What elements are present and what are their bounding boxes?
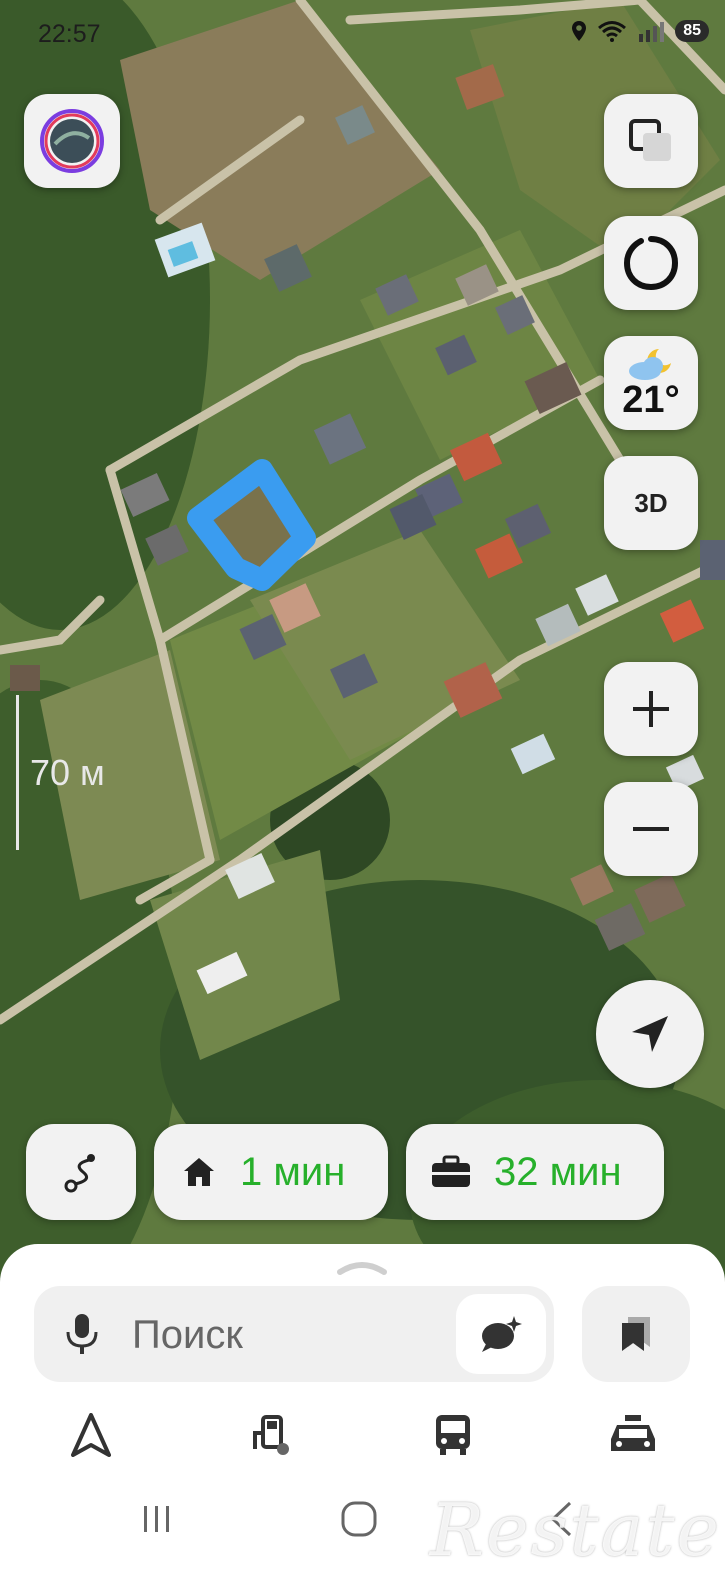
fuel-station-icon	[253, 1415, 289, 1455]
ai-chat-button[interactable]	[456, 1294, 546, 1374]
assistant-circle-icon	[623, 236, 679, 291]
alice-icon	[40, 109, 104, 173]
watermark-logo: Restate	[429, 1488, 721, 1572]
alice-button[interactable]	[24, 94, 120, 188]
route-home-time: 1 мин	[240, 1149, 346, 1194]
partly-cloudy-night-icon	[629, 349, 671, 380]
briefcase-icon	[432, 1155, 470, 1187]
home-icon	[184, 1158, 214, 1186]
tab-navigator[interactable]	[56, 1404, 126, 1466]
route-work-time: 32 мин	[494, 1149, 622, 1194]
sheet-handle-icon[interactable]	[336, 1256, 388, 1276]
layers-button[interactable]	[604, 94, 698, 188]
plus-icon	[633, 691, 669, 727]
search-input[interactable]	[130, 1308, 454, 1362]
minus-icon	[633, 827, 669, 831]
route-work-button[interactable]: 32 мин	[406, 1124, 664, 1220]
tab-transport[interactable]	[418, 1404, 488, 1466]
route-options-button[interactable]	[26, 1124, 136, 1220]
search-bar[interactable]	[34, 1286, 554, 1382]
status-time: 22:57	[38, 20, 101, 48]
navigation-arrow-icon	[632, 1016, 668, 1052]
battery-badge: 85	[675, 20, 709, 42]
bus-icon	[436, 1415, 470, 1455]
navigator-arrow-icon	[71, 1413, 111, 1457]
status-icons: 85	[571, 20, 709, 42]
tab-fuel[interactable]	[236, 1404, 306, 1466]
map-scale-bar	[16, 695, 19, 850]
microphone-icon[interactable]	[62, 1312, 102, 1356]
recents-icon[interactable]	[140, 1502, 174, 1536]
bookmarks-icon	[622, 1317, 650, 1351]
home-circle-icon[interactable]	[340, 1500, 378, 1538]
location-icon	[572, 21, 587, 41]
zoom-in-button[interactable]	[604, 662, 698, 756]
my-location-button[interactable]	[596, 980, 704, 1088]
weather-widget[interactable]: 21°	[604, 336, 698, 430]
route-home-button[interactable]: 1 мин	[154, 1124, 388, 1220]
signal-icon	[639, 22, 665, 42]
map-scale-label: 70 м	[30, 752, 105, 793]
bookmarks-button[interactable]	[582, 1286, 690, 1382]
layers-icon	[629, 119, 671, 161]
taxi-icon	[611, 1415, 655, 1451]
zoom-out-button[interactable]	[604, 782, 698, 876]
assistant-button[interactable]	[604, 216, 698, 310]
status-bar: 22:57 85	[0, 0, 725, 72]
wifi-icon	[598, 21, 627, 42]
view-3d-label: 3D	[634, 487, 668, 518]
ai-chat-icon	[482, 1316, 522, 1352]
view-3d-button[interactable]: 3D	[604, 456, 698, 550]
weather-temperature: 21°	[622, 379, 680, 421]
tab-taxi[interactable]	[598, 1404, 668, 1466]
route-icon	[64, 1154, 95, 1193]
